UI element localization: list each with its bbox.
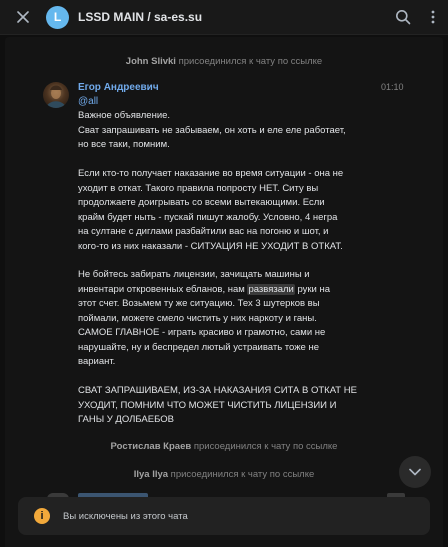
notice-text: Вы исключены из этого чата [63,510,188,522]
service-action-text: присоединился к чату по ссылке [191,441,338,452]
chevron-down-icon [409,468,421,476]
service-user-name[interactable]: Ростислав Краев [111,441,192,452]
search-icon [396,10,411,25]
chat-avatar[interactable]: L [46,5,69,29]
chat-history[interactable]: John Slivki присоединился к чату по ссыл… [5,37,443,547]
paragraph-text: руки на этот счет. Возьмем ту же ситуаци… [78,283,331,368]
service-message-join: John Slivki присоединился к чату по ссыл… [5,56,443,67]
close-icon [17,11,29,23]
sender-name[interactable]: Егор Андреевич [78,82,159,93]
more-icon [431,10,435,24]
info-icon: i [34,508,50,524]
message-time: 01:10 [381,82,404,92]
removed-from-chat-notice: i Вы исключены из этого чата [18,497,430,535]
more-button[interactable] [418,0,448,35]
chat-header: L LSSD MAIN / sa-es.su [0,0,448,35]
service-user-name[interactable]: John Slivki [126,56,176,67]
chat-title[interactable]: LSSD MAIN / sa-es.su [78,10,388,24]
service-action-text: присоединился к чату по ссылке [168,469,315,480]
service-user-name[interactable]: Ilya Ilya [134,469,168,480]
mention-link[interactable]: @all [78,96,98,107]
scroll-down-button[interactable] [399,456,431,488]
message-paragraph: СВАТ ЗАПРАШИВАЕМ, ИЗ-ЗА НАКАЗАНИЯ СИТА В… [78,385,357,425]
highlighted-word: развязали [247,283,295,295]
message-paragraph: Если кто-то получает наказание во время … [78,168,344,252]
message-paragraph: Не бойтесь забирать лицензии, зачищать м… [78,268,388,370]
service-message-join: Ростислав Краев присоединился к чату по … [5,441,443,452]
avatar-image [46,85,66,108]
close-button[interactable] [0,0,46,35]
message-paragraph: Важное объявление. Сват запрашивать не з… [78,110,346,150]
service-message-join: Ilya Ilya присоединился к чату по ссылке [5,469,443,480]
service-action-text: присоединился к чату по ссылке [175,56,323,67]
sender-avatar[interactable] [43,82,69,108]
search-button[interactable] [388,0,418,35]
